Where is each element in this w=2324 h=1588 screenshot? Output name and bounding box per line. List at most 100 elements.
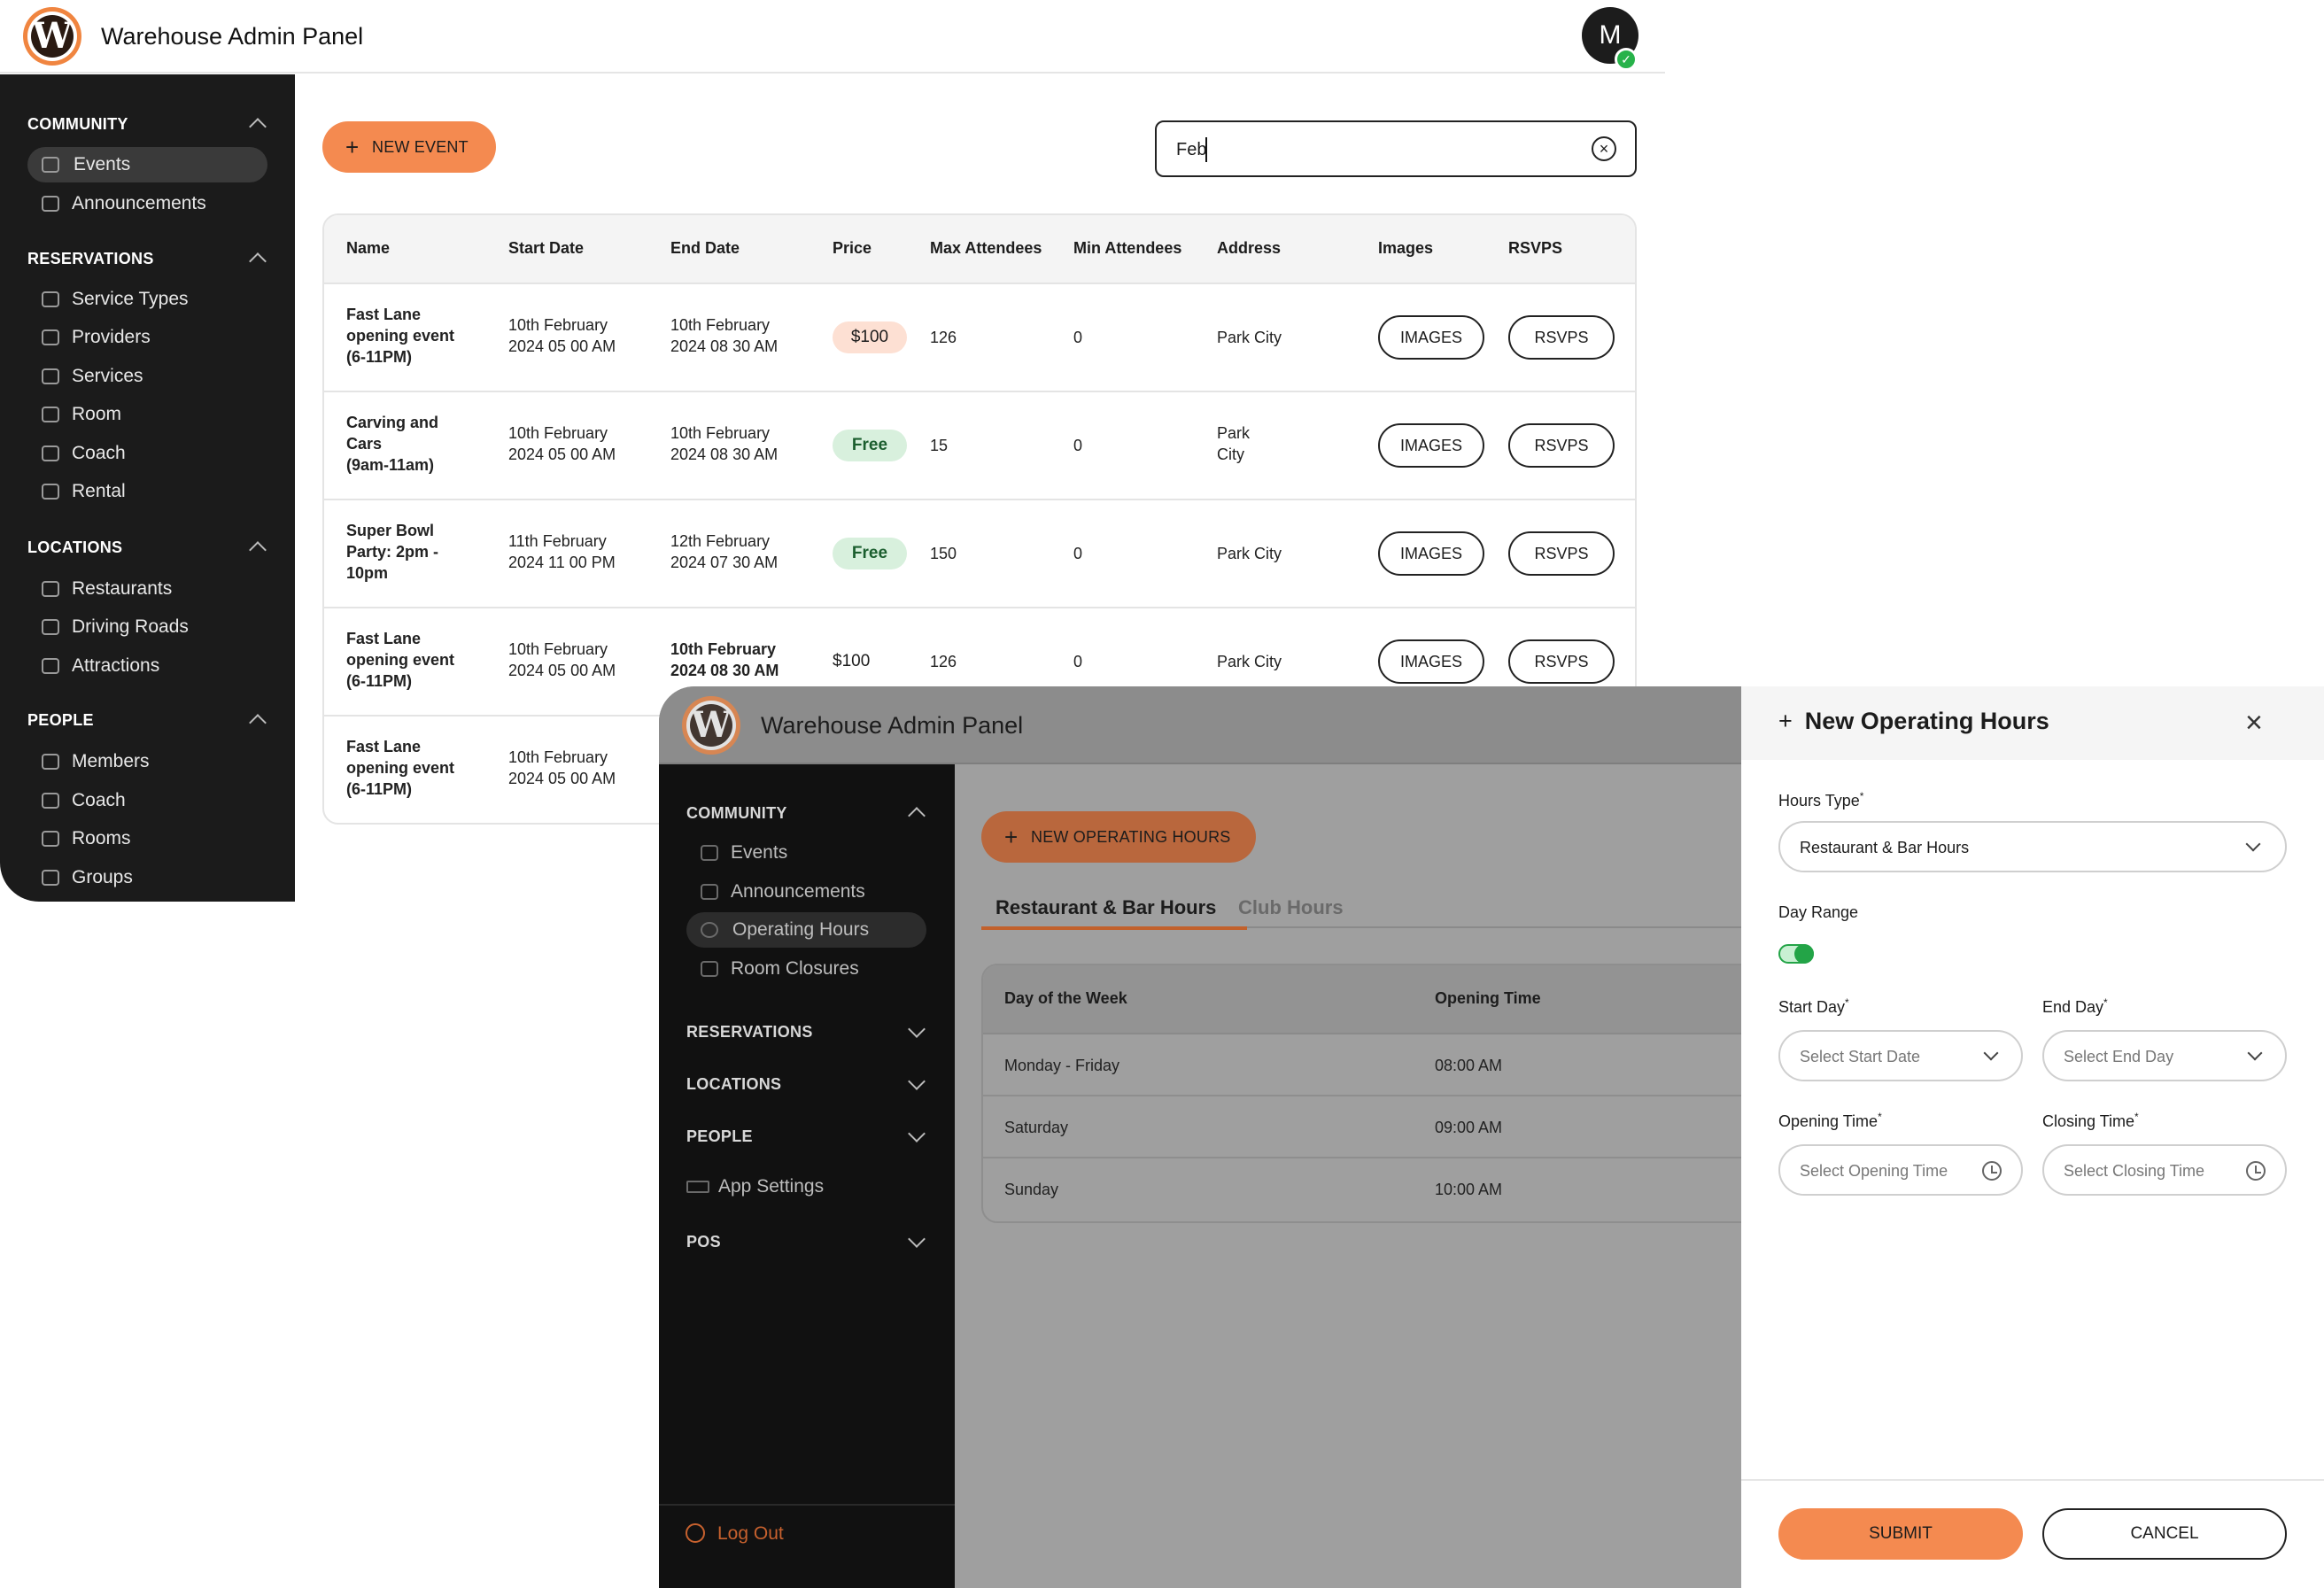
nav-section-community[interactable]: COMMUNITY bbox=[686, 804, 787, 823]
close-box-icon bbox=[701, 961, 718, 977]
sidebar-item-room-closures[interactable]: Room Closures bbox=[701, 951, 931, 987]
active-tab-indicator bbox=[981, 926, 1247, 930]
chevron-down-icon[interactable] bbox=[908, 1020, 926, 1038]
event-start-date: 11th February 2024 11 00 PM bbox=[508, 532, 616, 571]
event-name: Fast Lane opening event (6-11PM) bbox=[346, 738, 455, 798]
day-range-toggle[interactable] bbox=[1778, 944, 1814, 964]
event-name: Carving and Cars (9am-11am) bbox=[346, 414, 439, 474]
column-header-end-date[interactable]: End Date bbox=[670, 239, 740, 258]
sidebar-item-coach[interactable]: Coach bbox=[42, 436, 272, 471]
nav-section-reservations[interactable]: RESERVATIONS bbox=[27, 250, 154, 268]
chevron-down-icon[interactable] bbox=[908, 1073, 926, 1090]
sidebar-item-members[interactable]: Members bbox=[42, 744, 272, 779]
warehouse-logo: W bbox=[23, 7, 81, 66]
column-header-price[interactable]: Price bbox=[833, 239, 872, 258]
images-button[interactable]: IMAGES bbox=[1378, 423, 1484, 468]
close-icon[interactable]: × bbox=[2245, 708, 2263, 738]
top-bar: W Warehouse Admin Panel M ✓ bbox=[0, 0, 1665, 74]
sidebar-item-app-settings[interactable]: App Settings bbox=[686, 1169, 931, 1205]
calendar-icon bbox=[701, 845, 718, 861]
min-attendees: 0 bbox=[1073, 545, 1083, 562]
sidebar-item-room[interactable]: Room bbox=[42, 397, 272, 432]
cancel-button[interactable]: CANCEL bbox=[2042, 1508, 2287, 1560]
tab-club-hours[interactable]: Club Hours bbox=[1238, 896, 1344, 919]
dish-icon bbox=[42, 581, 59, 597]
search-input[interactable]: Feb × bbox=[1155, 120, 1637, 177]
app-title: Warehouse Admin Panel bbox=[761, 712, 1024, 739]
nav-section-locations[interactable]: LOCATIONS bbox=[27, 538, 122, 557]
sidebar-item-providers[interactable]: Providers bbox=[42, 320, 272, 355]
sidebar-item-operating-hours[interactable]: Operating Hours bbox=[686, 912, 926, 948]
chevron-up-icon[interactable] bbox=[908, 807, 926, 825]
sidebar-item-coach-people[interactable]: Coach bbox=[42, 783, 272, 818]
rsvps-button[interactable]: RSVPS bbox=[1508, 639, 1615, 684]
column-header-min-attendees[interactable]: Min Attendees bbox=[1073, 239, 1181, 258]
event-end-date: 12th February 2024 07 30 AM bbox=[670, 532, 779, 571]
sidebar-item-service-types[interactable]: Service Types bbox=[42, 282, 272, 317]
nav-section-pos[interactable]: POS bbox=[686, 1233, 721, 1251]
event-name: Fast Lane opening event (6-11PM) bbox=[346, 630, 455, 690]
submit-button[interactable]: SUBMIT bbox=[1778, 1508, 2023, 1560]
sidebar: COMMUNITY Events Announcements RESERVATI… bbox=[0, 74, 295, 902]
column-header-opening-time[interactable]: Opening Time bbox=[1435, 989, 1541, 1008]
event-name: Fast Lane opening event (6-11PM) bbox=[346, 306, 455, 366]
sidebar-item-events[interactable]: Events bbox=[27, 147, 267, 182]
clock-icon bbox=[701, 922, 718, 938]
column-header-images[interactable]: Images bbox=[1378, 239, 1433, 258]
start-day-select[interactable]: Select Start Date bbox=[1778, 1030, 2023, 1081]
tab-restaurant-bar-hours[interactable]: Restaurant & Bar Hours bbox=[995, 896, 1216, 919]
chevron-up-icon[interactable] bbox=[249, 118, 267, 136]
nav-section-reservations[interactable]: RESERVATIONS bbox=[686, 1023, 813, 1042]
event-address: Park City bbox=[1217, 329, 1282, 346]
nav-section-community[interactable]: COMMUNITY bbox=[27, 115, 128, 134]
chevron-down-icon[interactable] bbox=[908, 1230, 926, 1248]
column-header-start-date[interactable]: Start Date bbox=[508, 239, 584, 258]
sidebar-item-rental[interactable]: Rental bbox=[42, 474, 272, 509]
column-header-name[interactable]: Name bbox=[346, 239, 390, 258]
rsvps-button[interactable]: RSVPS bbox=[1508, 315, 1615, 360]
sidebar-item-attractions[interactable]: Attractions bbox=[42, 648, 272, 684]
max-attendees: 126 bbox=[930, 653, 957, 670]
column-header-max-attendees[interactable]: Max Attendees bbox=[930, 239, 1042, 258]
sidebar-item-events[interactable]: Events bbox=[701, 835, 931, 871]
hours-type-select[interactable]: Restaurant & Bar Hours bbox=[1778, 821, 2287, 872]
column-header-day[interactable]: Day of the Week bbox=[1004, 989, 1127, 1008]
sidebar-item-services[interactable]: Services bbox=[42, 359, 272, 394]
new-operating-hours-button[interactable]: + NEW OPERATING HOURS bbox=[981, 811, 1256, 863]
sidebar-item-restaurants[interactable]: Restaurants bbox=[42, 571, 272, 607]
hours-tabs: Restaurant & Bar Hours Club Hours bbox=[981, 896, 1741, 930]
sidebar-item-groups[interactable]: Groups bbox=[42, 860, 272, 895]
images-button[interactable]: IMAGES bbox=[1378, 639, 1484, 684]
rsvps-button[interactable]: RSVPS bbox=[1508, 531, 1615, 576]
group-icon bbox=[42, 870, 59, 886]
chevron-up-icon[interactable] bbox=[249, 252, 267, 270]
drawer-header: + New Operating Hours × bbox=[1741, 686, 2324, 760]
price-badge: $100 bbox=[833, 652, 871, 670]
sidebar-item-announcements[interactable]: Announcements bbox=[701, 874, 931, 910]
images-button[interactable]: IMAGES bbox=[1378, 315, 1484, 360]
nav-section-people[interactable]: PEOPLE bbox=[27, 711, 94, 730]
chevron-up-icon[interactable] bbox=[249, 541, 267, 559]
clock-icon bbox=[2246, 1161, 2266, 1181]
end-day-select[interactable]: Select End Day bbox=[2042, 1030, 2287, 1081]
chevron-up-icon[interactable] bbox=[249, 714, 267, 732]
table-header: Name Start Date End Date Price Max Atten… bbox=[324, 215, 1635, 284]
sidebar-item-announcements[interactable]: Announcements bbox=[42, 186, 272, 221]
closing-time-select[interactable]: Select Closing Time bbox=[2042, 1144, 2287, 1196]
clear-search-icon[interactable]: × bbox=[1592, 136, 1616, 161]
nav-section-people[interactable]: PEOPLE bbox=[686, 1127, 753, 1146]
nav-section-locations[interactable]: LOCATIONS bbox=[686, 1075, 781, 1094]
logout-button[interactable]: Log Out bbox=[686, 1523, 784, 1545]
opening-time-select[interactable]: Select Opening Time bbox=[1778, 1144, 2023, 1196]
new-event-button[interactable]: + NEW EVENT bbox=[322, 121, 496, 173]
chevron-down-icon[interactable] bbox=[908, 1125, 926, 1143]
members-icon bbox=[42, 754, 59, 770]
images-button[interactable]: IMAGES bbox=[1378, 531, 1484, 576]
column-header-rsvps[interactable]: RSVPS bbox=[1508, 239, 1562, 258]
event-start-date: 10th February 2024 05 00 AM bbox=[508, 748, 616, 787]
column-header-address[interactable]: Address bbox=[1217, 239, 1281, 258]
sidebar-item-driving-roads[interactable]: Driving Roads bbox=[42, 609, 272, 645]
rsvps-button[interactable]: RSVPS bbox=[1508, 423, 1615, 468]
table-header: Day of the Week Opening Time bbox=[983, 965, 1777, 1034]
sidebar-item-rooms[interactable]: Rooms bbox=[42, 821, 272, 856]
